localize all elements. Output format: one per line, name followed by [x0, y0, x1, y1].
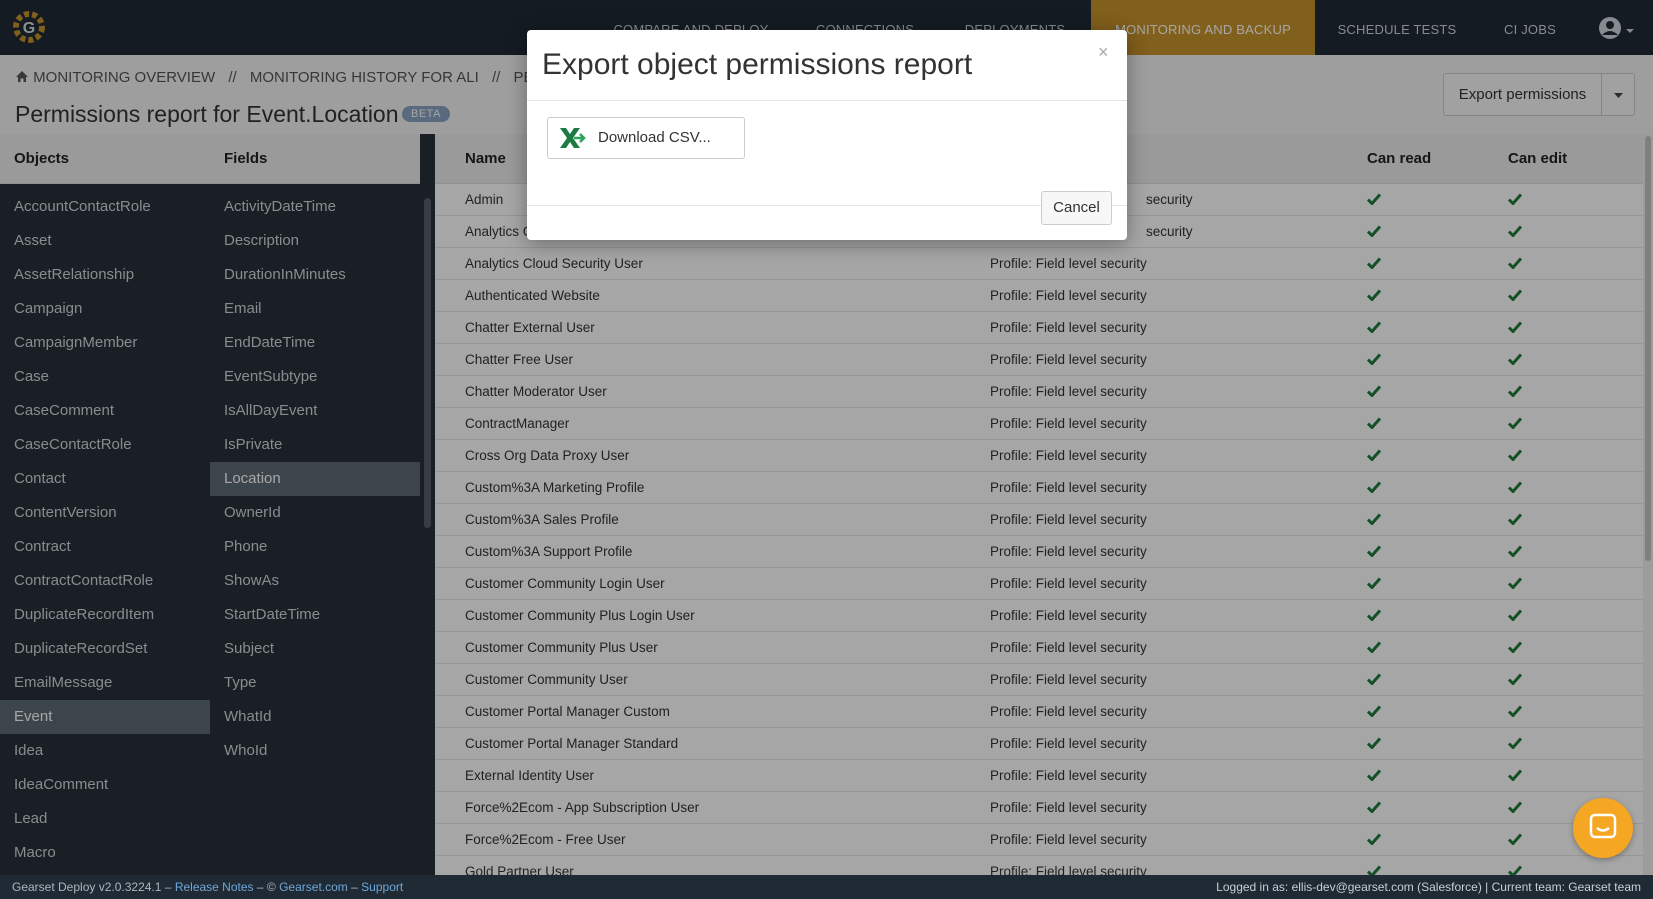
download-csv-button[interactable]: Download CSV... [547, 117, 745, 159]
export-permissions-modal: Export object permissions report × Downl… [527, 30, 1127, 240]
excel-export-icon [560, 128, 586, 148]
cancel-button[interactable]: Cancel [1041, 191, 1112, 225]
close-icon[interactable]: × [1098, 42, 1109, 63]
footer: Gearset Deploy v2.0.3224.1 – Release Not… [0, 875, 1653, 899]
support-link[interactable]: Support [361, 880, 403, 894]
chat-bubble-icon [1589, 813, 1617, 839]
download-csv-label[interactable]: Download CSV... [598, 118, 711, 158]
footer-dash: – [256, 880, 264, 894]
footer-dash: – [164, 880, 172, 894]
modal-title: Export object permissions report [542, 48, 973, 81]
footer-dash: – [351, 880, 358, 894]
chat-launcher-button[interactable] [1573, 798, 1633, 858]
modal-header: Export object permissions report × [527, 30, 1127, 101]
login-info: Logged in as: ellis-dev@gearset.com (Sal… [1216, 880, 1641, 894]
version-text: Gearset Deploy v2.0.3224.1 [12, 880, 162, 894]
modal-body: Download CSV... [527, 101, 1127, 206]
footer-left: Gearset Deploy v2.0.3224.1 – Release Not… [12, 875, 403, 899]
gearset-site-link[interactable]: Gearset.com [279, 880, 348, 894]
release-notes-link[interactable]: Release Notes [175, 880, 254, 894]
copyright-symbol: © [266, 880, 276, 894]
